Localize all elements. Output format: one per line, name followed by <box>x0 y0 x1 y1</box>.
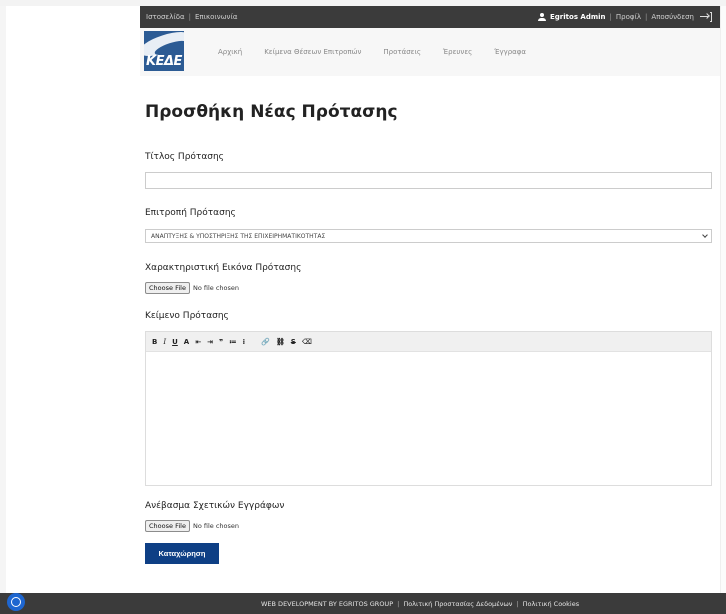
nav-item-proposals[interactable]: Προτάσεις <box>383 48 421 56</box>
logout-link[interactable]: Αποσύνδεση <box>651 13 694 21</box>
footer-links: WEB DEVELOPMENT BY EGRITOS GROUP | Πολιτ… <box>261 593 579 614</box>
title-label: Τίτλος Πρότασης <box>145 152 224 162</box>
footer: WEB DEVELOPMENT BY EGRITOS GROUP | Πολιτ… <box>0 593 726 614</box>
clear-format-button[interactable]: ⌫ <box>302 338 312 346</box>
rich-text-editor: B I U A ⇤ ⇥ ❞ ≔ ⁝ 🔗 ⛓ S ⌫ <box>145 331 712 486</box>
chevron-down-icon <box>702 232 708 238</box>
right-scrollbar[interactable] <box>720 6 726 593</box>
contact-link[interactable]: Επικοινωνία <box>195 13 237 21</box>
body-label: Κείμενο Πρότασης <box>145 311 229 321</box>
italic-button[interactable]: I <box>163 338 166 346</box>
blockquote-button[interactable]: ❞ <box>219 338 223 346</box>
nav-item-home[interactable]: Αρχική <box>218 48 242 56</box>
docs-no-file-text: No file chosen <box>192 522 239 530</box>
docs-label: Ανέβασμα Σχετικών Εγγράφων <box>145 501 285 511</box>
main-navbar: ΚΕΔΕ Αρχική Κείμενα Θέσεων Επιτροπών Προ… <box>140 28 720 76</box>
footer-privacy-link[interactable]: Πολιτική Προστασίας Δεδομένων <box>403 600 512 608</box>
top-bar-left-links: Ιστοσελίδα | Επικοινωνία <box>146 6 237 28</box>
outdent-button[interactable]: ⇤ <box>195 338 201 346</box>
committee-select[interactable]: ΑΝΑΠΤΥΞΗΣ & ΥΠΟΣΤΗΡΙΞΗΣ ΤΗΣ ΕΠΙΧΕΙΡΗΜΑΤΙ… <box>145 229 712 243</box>
image-label: Χαρακτηριστική Εικόνα Πρότασης <box>145 263 302 273</box>
top-bar: Ιστοσελίδα | Επικοινωνία Egritos Admin |… <box>140 6 720 28</box>
unlink-button[interactable]: ⛓ <box>276 338 285 346</box>
logo-text: ΚΕΔΕ <box>146 54 182 69</box>
image-no-file-text: No file chosen <box>192 284 239 292</box>
user-name-label: Egritos Admin <box>550 13 606 21</box>
page-title: Προσθήκη Νέας Πρότασης <box>145 102 398 122</box>
committee-selected-value: ΑΝΑΠΤΥΞΗΣ & ΥΠΟΣΤΗΡΙΞΗΣ ΤΗΣ ΕΠΙΧΕΙΡΗΜΑΤΙ… <box>151 232 326 240</box>
top-bar-separator: | <box>188 13 191 21</box>
docs-file-input: Choose File No file chosen <box>145 520 239 532</box>
cookie-settings-icon[interactable] <box>7 593 25 611</box>
left-margin <box>0 6 6 593</box>
indent-button[interactable]: ⇥ <box>207 338 213 346</box>
nav-item-surveys[interactable]: Έρευνες <box>443 48 472 56</box>
footer-separator: | <box>516 599 519 608</box>
image-choose-file-button[interactable]: Choose File <box>145 282 190 294</box>
strikethrough-button[interactable]: S <box>291 338 296 346</box>
font-color-button[interactable]: A <box>184 338 189 346</box>
footer-separator: | <box>397 599 400 608</box>
underline-button[interactable]: U <box>172 338 178 346</box>
nav-menu: Αρχική Κείμενα Θέσεων Επιτροπών Προτάσει… <box>218 28 526 76</box>
ordered-list-button[interactable]: ≔ <box>229 338 236 346</box>
committee-label: Επιτροπή Πρότασης <box>145 208 236 218</box>
profile-link[interactable]: Προφίλ <box>616 13 641 21</box>
title-input[interactable] <box>145 172 712 189</box>
user-name[interactable]: Egritos Admin <box>538 13 606 21</box>
kede-logo[interactable]: ΚΕΔΕ <box>144 31 184 71</box>
footer-credit-link[interactable]: WEB DEVELOPMENT BY EGRITOS GROUP <box>261 600 393 608</box>
link-button[interactable]: 🔗 <box>261 338 270 346</box>
image-file-input: Choose File No file chosen <box>145 282 239 294</box>
logout-icon[interactable] <box>700 12 712 22</box>
nav-item-documents[interactable]: Έγγραφα <box>494 48 526 56</box>
nav-item-committee-texts[interactable]: Κείμενα Θέσεων Επιτροπών <box>264 48 361 56</box>
submit-button[interactable]: Καταχώρηση <box>145 543 219 564</box>
website-link[interactable]: Ιστοσελίδα <box>146 13 185 21</box>
top-bar-separator: | <box>609 13 612 21</box>
editor-toolbar: B I U A ⇤ ⇥ ❞ ≔ ⁝ 🔗 ⛓ S ⌫ <box>146 332 711 352</box>
top-bar-user-menu: Egritos Admin | Προφίλ | Αποσύνδεση <box>538 6 712 28</box>
top-bar-separator: | <box>645 13 648 21</box>
bullet-list-button[interactable]: ⁝ <box>243 338 246 346</box>
user-icon <box>538 13 547 21</box>
editor-content-area[interactable] <box>146 352 711 486</box>
docs-choose-file-button[interactable]: Choose File <box>145 520 190 532</box>
bold-button[interactable]: B <box>152 338 157 346</box>
footer-cookies-link[interactable]: Πολιτική Cookies <box>523 600 580 608</box>
